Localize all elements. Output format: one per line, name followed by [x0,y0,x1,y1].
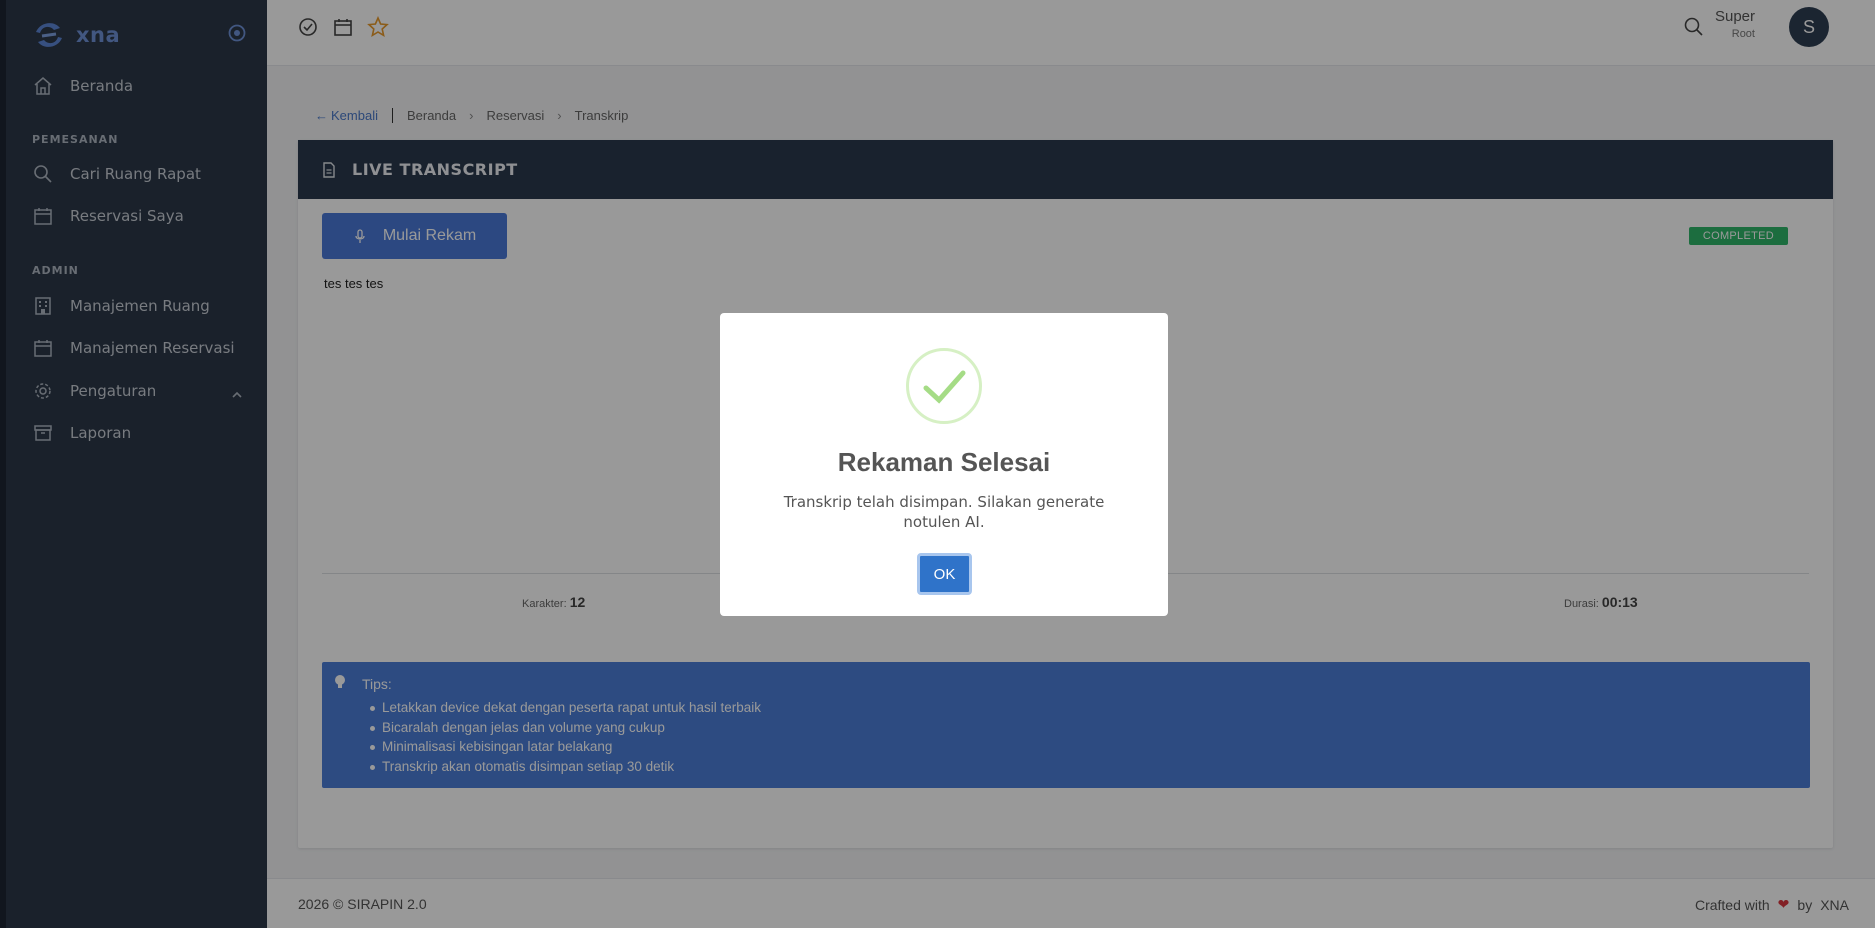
app-root: xna Beranda PEMESANAN Cari Ruang Rapat R… [0,0,1875,928]
dialog-message: Transkrip telah disimpan. Silakan genera… [783,493,1105,531]
ok-button[interactable]: OK [917,553,972,595]
success-dialog: Rekaman Selesai Transkrip telah disimpan… [720,313,1168,616]
dialog-title: Rekaman Selesai [837,447,1051,477]
success-check-icon [906,348,982,424]
